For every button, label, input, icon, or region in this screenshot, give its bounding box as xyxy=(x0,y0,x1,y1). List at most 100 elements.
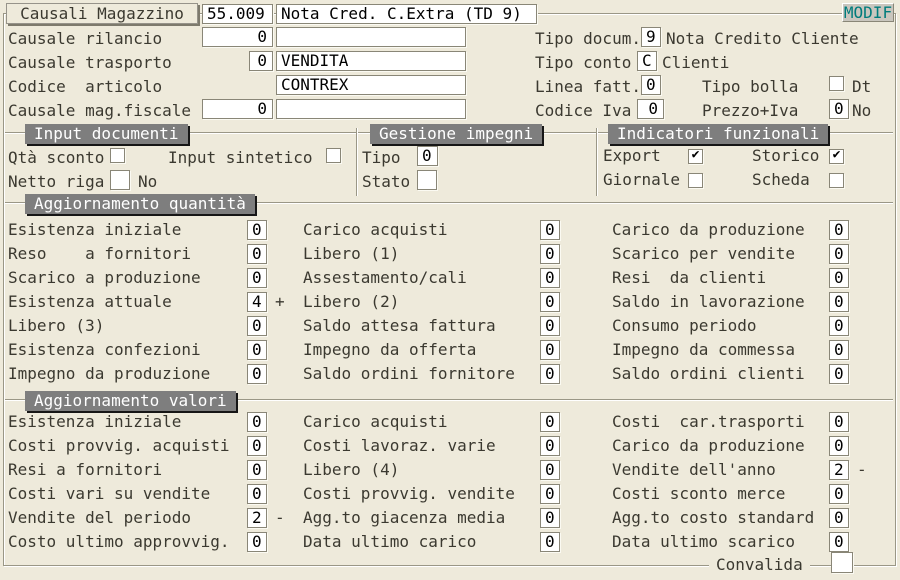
value-field[interactable]: 0 xyxy=(829,484,849,504)
prezzo-iva-field[interactable]: 0 xyxy=(829,99,849,119)
valori-row: Carico da produzione 0 xyxy=(612,434,867,458)
valori-row: Agg.to giacenza media 0 xyxy=(303,506,568,530)
codice-iva-field[interactable]: 0 xyxy=(637,99,664,119)
quantita-row: Esistenza confezioni 0 xyxy=(8,338,285,362)
value-field[interactable]: 0 xyxy=(247,484,267,504)
impegni-tipo-field[interactable]: 0 xyxy=(417,146,438,166)
value-field[interactable]: 0 xyxy=(829,268,849,288)
netto-riga-field[interactable] xyxy=(110,170,130,190)
field-label: Costi vari su vendite xyxy=(8,485,247,503)
value-field[interactable]: 0 xyxy=(540,508,560,528)
value-field[interactable]: 0 xyxy=(247,316,267,336)
linea-fatt-field[interactable]: 0 xyxy=(641,75,661,95)
valori-row: Agg.to costo standard 0 xyxy=(612,506,867,530)
qta-sconto-checkbox[interactable]: ✔ xyxy=(110,148,125,163)
valori-row: Costi lavoraz. varie 0 xyxy=(303,434,568,458)
quantita-row: Impegno da commessa 0 xyxy=(612,338,857,362)
value-field[interactable]: 0 xyxy=(829,412,849,432)
field-label: Costi sconto merce xyxy=(612,485,829,503)
convalida-input[interactable] xyxy=(831,552,853,573)
tipo-conto-field[interactable]: C xyxy=(637,51,657,71)
indicator-checkbox[interactable]: ✔ xyxy=(829,173,844,188)
indicator-checkbox[interactable]: ✔ xyxy=(688,173,703,188)
field-label: Carico acquisti xyxy=(303,221,540,239)
valori-col2: Carico acquisti 0 Costi lavoraz. varie 0… xyxy=(303,410,568,554)
quantita-row: Saldo in lavorazione 0 xyxy=(612,290,857,314)
value-field[interactable]: 0 xyxy=(540,292,560,312)
tipo-docum-field[interactable]: 9 xyxy=(641,27,661,47)
value-field[interactable]: 0 xyxy=(540,412,560,432)
valori-row: Data ultimo scarico 0 xyxy=(612,530,867,554)
value-field[interactable]: 0 xyxy=(247,412,267,432)
value-field[interactable]: 0 xyxy=(829,244,849,264)
field-label: Libero (1) xyxy=(303,245,540,263)
codice-articolo-field[interactable]: CONTREX xyxy=(276,75,466,95)
causale-trasporto-field[interactable]: 0 xyxy=(249,51,273,71)
indicator-checkbox[interactable]: ✔ xyxy=(688,149,703,164)
field-label: Consumo periodo xyxy=(612,317,829,335)
causale-description-field[interactable]: Nota Cred. C.Extra (TD 9) xyxy=(276,4,537,24)
causale-magfiscale-field[interactable]: 0 xyxy=(202,99,273,119)
impegni-stato-field[interactable] xyxy=(417,170,437,190)
value-field[interactable]: 0 xyxy=(540,244,560,264)
causale-magfiscale-desc-field[interactable] xyxy=(276,99,466,119)
value-field[interactable]: 0 xyxy=(247,220,267,240)
input-sintetico-label: Input sintetico xyxy=(168,149,313,167)
value-field[interactable]: 0 xyxy=(540,460,560,480)
field-label: Costi lavoraz. varie xyxy=(303,437,540,455)
quantita-row: Saldo ordini clienti 0 xyxy=(612,362,857,386)
value-field[interactable]: 0 xyxy=(540,340,560,360)
value-field[interactable]: 0 xyxy=(247,268,267,288)
value-field[interactable]: 0 xyxy=(540,316,560,336)
value-field[interactable]: 0 xyxy=(540,364,560,384)
value-field[interactable]: 0 xyxy=(829,508,849,528)
causale-rilancio-desc-field[interactable] xyxy=(276,27,466,47)
value-field[interactable]: 0 xyxy=(247,244,267,264)
value-field[interactable]: 0 xyxy=(247,436,267,456)
value-field[interactable]: 0 xyxy=(829,316,849,336)
quantita-row: Libero (2) 0 xyxy=(303,290,568,314)
value-field[interactable]: 0 xyxy=(247,340,267,360)
impegni-stato-label: Stato xyxy=(362,173,410,191)
value-field[interactable]: 0 xyxy=(247,460,267,480)
value-suffix: + xyxy=(275,293,285,311)
value-field[interactable]: 0 xyxy=(540,220,560,240)
value-field[interactable]: 0 xyxy=(247,532,267,552)
quantita-col2: Carico acquisti 0 Libero (1) 0 Assestame… xyxy=(303,218,568,386)
tipo-bolla-checkbox[interactable]: ✔ xyxy=(829,76,844,91)
linea-fatt-label: Linea fatt. xyxy=(535,78,641,96)
indicator-label: Giornale xyxy=(603,171,688,189)
value-field[interactable]: 0 xyxy=(540,436,560,456)
causale-trasporto-desc-field[interactable]: VENDITA xyxy=(276,51,466,71)
netto-riga-suffix: No xyxy=(138,173,157,191)
value-field[interactable]: 2 xyxy=(247,508,267,528)
value-field[interactable]: 4 xyxy=(247,292,267,312)
value-field[interactable]: 0 xyxy=(247,364,267,384)
value-field[interactable]: 0 xyxy=(829,220,849,240)
tipo-bolla-label: Tipo bolla xyxy=(702,78,798,96)
value-field[interactable]: 0 xyxy=(829,532,849,552)
input-sintetico-checkbox[interactable]: ✔ xyxy=(326,148,341,163)
quantita-row: Scarico a produzione 0 xyxy=(8,266,285,290)
causale-trasporto-label: Causale trasporto xyxy=(8,54,172,72)
quantita-row: Scarico per vendite 0 xyxy=(612,242,857,266)
value-field[interactable]: 0 xyxy=(829,364,849,384)
check-icon: ✔ xyxy=(692,148,700,162)
value-field[interactable]: 0 xyxy=(829,436,849,456)
field-label: Saldo attesa fattura xyxy=(303,317,540,335)
value-field[interactable]: 0 xyxy=(829,340,849,360)
field-label: Esistenza iniziale xyxy=(8,413,247,431)
value-field[interactable]: 0 xyxy=(540,532,560,552)
causale-rilancio-field[interactable]: 0 xyxy=(202,27,273,47)
indicator-item: Scheda ✔ xyxy=(752,171,844,189)
window-title-button[interactable]: Causali Magazzino xyxy=(6,3,198,24)
value-field[interactable]: 0 xyxy=(540,484,560,504)
tipo-conto-label: Tipo conto xyxy=(535,54,631,72)
indicator-checkbox[interactable]: ✔ xyxy=(829,149,844,164)
causale-code-field[interactable]: 55.009 xyxy=(202,4,273,24)
field-label: Vendite dell'anno xyxy=(612,461,829,479)
value-field[interactable]: 0 xyxy=(540,268,560,288)
value-field[interactable]: 0 xyxy=(829,292,849,312)
field-label: Costo ultimo approvvig. xyxy=(8,533,247,551)
value-field[interactable]: 2 xyxy=(829,460,849,480)
